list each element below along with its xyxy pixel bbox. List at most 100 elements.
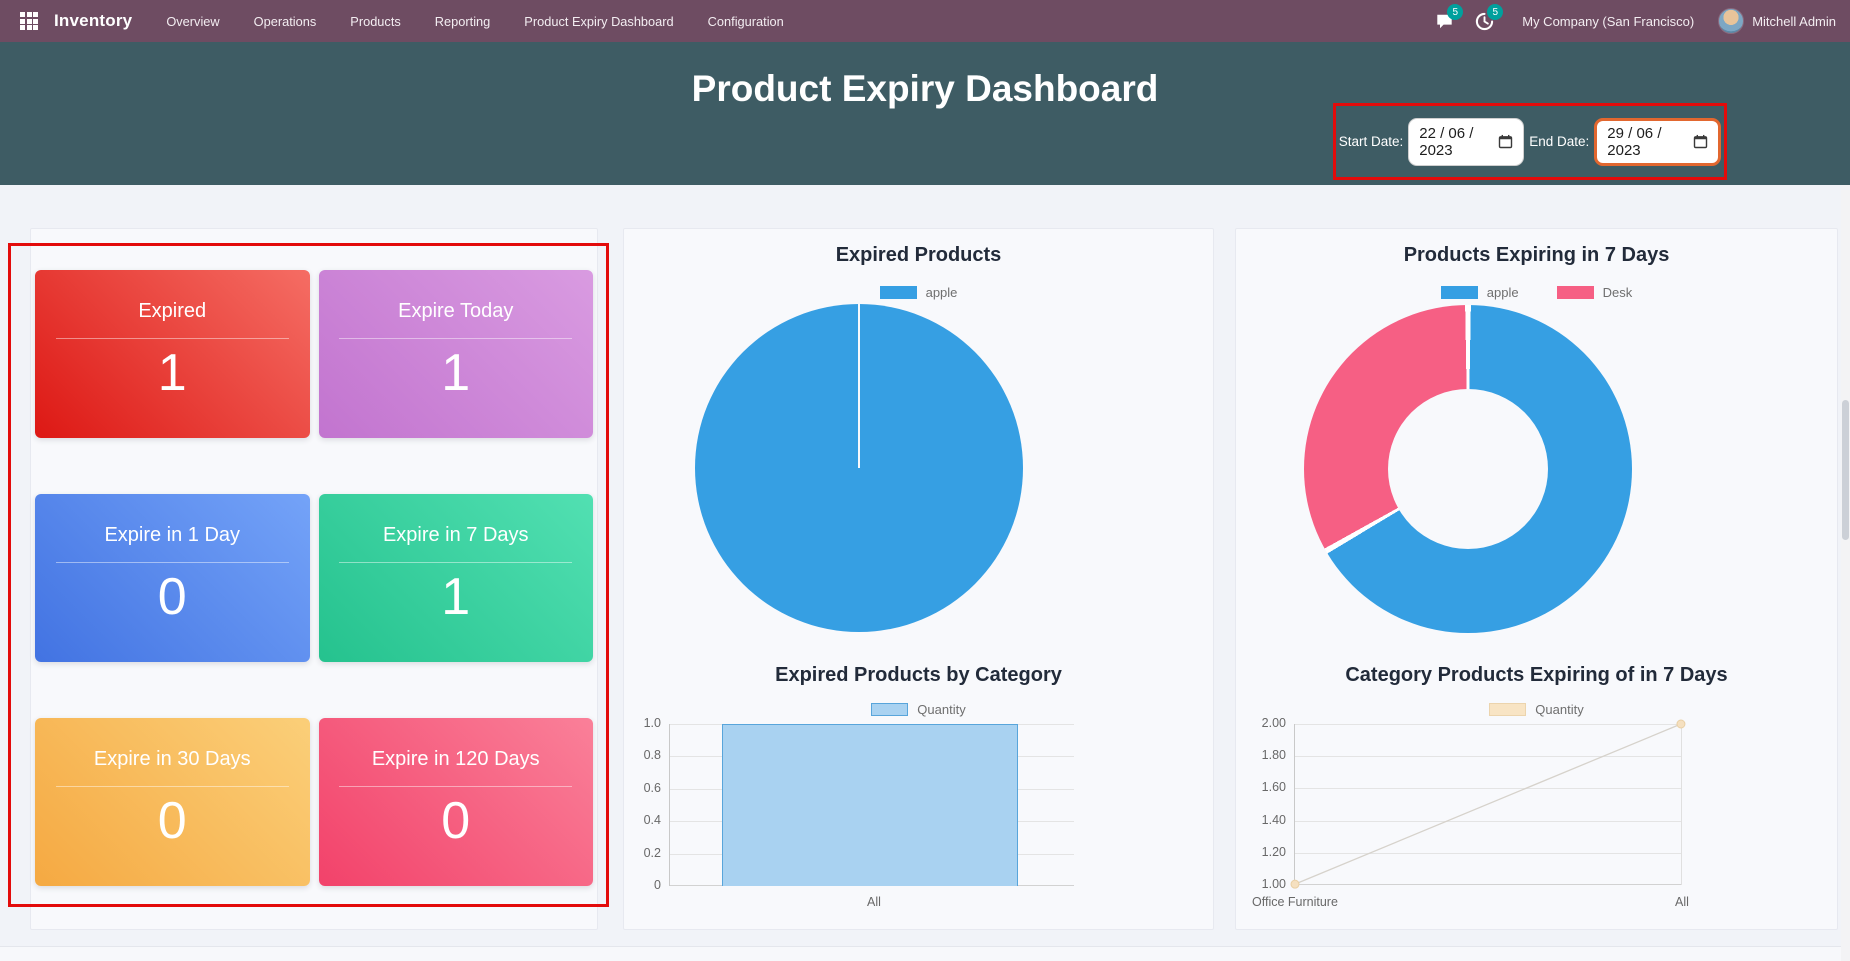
app-brand[interactable]: Inventory: [54, 11, 132, 31]
line-ytick: 1.00: [1261, 877, 1286, 891]
tile-count: 1: [441, 568, 471, 626]
line-ytick: 1.20: [1261, 845, 1286, 859]
tile-divider: [339, 786, 573, 787]
tile-expire-7-days[interactable]: Expire in 7 Days 1: [318, 494, 593, 662]
tile-expire-30-days[interactable]: Expire in 30 Days 0: [35, 718, 310, 886]
bar-ytick: 0.4: [643, 813, 661, 827]
tiles-grid: Expired 1 Expire Today 1 Expire in 1 Day…: [31, 229, 597, 929]
bar-xtick-all: All: [867, 895, 881, 909]
tile-label: Expire in 30 Days: [93, 748, 251, 770]
legend-swatch-apple: [1440, 286, 1478, 299]
tile-count: 0: [157, 792, 187, 850]
tile-label: Expire in 7 Days: [382, 524, 529, 546]
tile-expire-1-day[interactable]: Expire in 1 Day 0: [35, 494, 310, 662]
line-series: [1290, 719, 1686, 889]
menu-item-configuration[interactable]: Configuration: [708, 14, 784, 29]
legend-label-apple: apple: [925, 285, 958, 300]
tile-divider: [55, 338, 289, 339]
calendar-icon[interactable]: [1693, 134, 1708, 149]
bar-ytick: 0.6: [643, 781, 661, 795]
annotation-box-dates: Start Date: 22 / 06 / 2023 End Date: 29 …: [1333, 103, 1727, 180]
doughnut-chart-title: Products Expiring in 7 Days: [1403, 244, 1670, 266]
tile-label: Expire in 1 Day: [104, 524, 241, 546]
end-date-label: End Date:: [1529, 134, 1590, 149]
bar-ytick: 0: [654, 878, 661, 892]
top-navbar: Inventory Overview Operations Products R…: [0, 0, 1850, 42]
legend-swatch-apple: [879, 286, 917, 299]
tile-count: 1: [157, 344, 187, 402]
bar-ytick: 0.8: [643, 748, 661, 762]
pie-chart-title: Expired Products: [835, 244, 1002, 266]
expired-products-pie[interactable]: [695, 304, 1023, 632]
tile-count: 0: [441, 792, 471, 850]
quantity-bar-all[interactable]: [722, 724, 1018, 886]
line-xtick-office-furniture: Office Furniture: [1252, 895, 1338, 909]
messages-icon[interactable]: 5: [1432, 4, 1464, 33]
tile-divider: [339, 562, 573, 563]
expired-products-panel: Expired Products apple Expired Products …: [623, 228, 1214, 930]
line-chart-title: Category Products Expiring of in 7 Days: [1345, 664, 1728, 686]
end-date-input[interactable]: 29 / 06 / 2023: [1594, 117, 1722, 166]
menu-item-reporting[interactable]: Reporting: [435, 14, 491, 29]
line-ytick: 1.80: [1261, 748, 1286, 762]
main-menu: Overview Operations Products Reporting P…: [166, 14, 783, 29]
line-legend[interactable]: Quantity: [1236, 702, 1837, 717]
menu-item-operations[interactable]: Operations: [254, 14, 317, 29]
legend-swatch-quantity: [1489, 703, 1527, 716]
tile-divider: [55, 562, 289, 563]
activities-badge: 5: [1487, 4, 1504, 20]
company-switcher[interactable]: My Company (San Francisco): [1522, 14, 1694, 29]
user-avatar[interactable]: [1718, 8, 1745, 34]
bar-chart-title: Expired Products by Category: [775, 664, 1062, 686]
tile-label: Expired: [138, 300, 207, 322]
menu-item-product-expiry-dashboard[interactable]: Product Expiry Dashboard: [524, 14, 673, 29]
activity-clock-icon[interactable]: 5: [1472, 4, 1504, 33]
bar-legend[interactable]: Quantity: [624, 702, 1213, 717]
doughnut-legend[interactable]: apple Desk: [1236, 285, 1837, 300]
line-ytick: 2.00: [1261, 716, 1286, 730]
tile-count: 0: [157, 568, 187, 626]
expiring-7days-doughnut[interactable]: [1304, 305, 1632, 633]
tile-divider: [55, 786, 289, 787]
legend-label-quantity: Quantity: [1535, 702, 1584, 717]
tile-expire-today[interactable]: Expire Today 1: [318, 270, 593, 438]
data-point-office-furniture[interactable]: [1290, 879, 1300, 889]
tile-divider: [339, 338, 573, 339]
pie-legend[interactable]: apple: [624, 285, 1213, 300]
legend-swatch-quantity: [871, 703, 909, 716]
category-expiring-line[interactable]: [1290, 719, 1686, 889]
page-footer-strip: [0, 946, 1850, 961]
bar-ytick: 1.0: [643, 716, 661, 730]
end-date-value: 29 / 06 / 2023: [1607, 124, 1662, 159]
start-date-value: 22 / 06 / 2023: [1419, 124, 1474, 159]
legend-label-quantity: Quantity: [917, 702, 966, 717]
expired-by-category-bar[interactable]: [669, 724, 1074, 886]
data-point-all[interactable]: [1676, 719, 1686, 729]
bar-ytick: 0.2: [643, 846, 661, 860]
start-date-input[interactable]: 22 / 06 / 2023: [1408, 117, 1525, 166]
scrollbar-thumb[interactable]: [1842, 400, 1849, 540]
menu-item-products[interactable]: Products: [350, 14, 401, 29]
legend-label-desk: Desk: [1602, 285, 1633, 300]
apps-grid-icon[interactable]: [20, 12, 38, 30]
start-date-label: Start Date:: [1338, 134, 1404, 149]
vertical-scrollbar[interactable]: [1841, 185, 1850, 961]
tile-label: Expire Today: [398, 300, 514, 322]
messages-badge: 5: [1447, 4, 1464, 20]
line-ytick: 1.40: [1261, 813, 1286, 827]
line-xtick-all: All: [1675, 895, 1689, 909]
expiring-products-panel: Products Expiring in 7 Days apple Desk C…: [1235, 228, 1838, 930]
user-name[interactable]: Mitchell Admin: [1752, 14, 1836, 29]
tile-count: 1: [441, 344, 471, 402]
legend-swatch-desk: [1556, 286, 1594, 299]
tile-expired[interactable]: Expired 1: [35, 270, 310, 438]
tile-expire-120-days[interactable]: Expire in 120 Days 0: [318, 718, 593, 886]
navbar-right: 5 5 My Company (San Francisco) Mitchell …: [1416, 4, 1850, 34]
menu-item-overview[interactable]: Overview: [166, 14, 219, 29]
summary-tiles-panel: Expired 1 Expire Today 1 Expire in 1 Day…: [30, 228, 598, 930]
tile-label: Expire in 120 Days: [371, 748, 540, 770]
line-ytick: 1.60: [1261, 780, 1286, 794]
calendar-icon[interactable]: [1498, 134, 1513, 149]
dashboard-header: Product Expiry Dashboard Start Date: 22 …: [0, 42, 1850, 185]
legend-label-apple: apple: [1486, 285, 1519, 300]
